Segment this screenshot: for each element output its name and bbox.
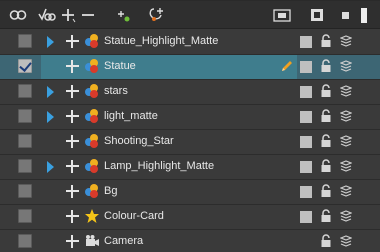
peg-plus-icon[interactable]: [66, 110, 79, 123]
layer-enable-checkbox[interactable]: [18, 84, 32, 98]
show-hide-all-icon[interactable]: [308, 6, 328, 24]
lock-icon[interactable]: [320, 159, 332, 173]
layer-row[interactable]: Lamp_Highlight_Matte: [0, 155, 380, 180]
add-peg-icon[interactable]: [112, 6, 132, 24]
timeline-bar-icon[interactable]: [356, 6, 376, 24]
layer-enable-checkbox[interactable]: [18, 134, 32, 148]
add-remove-layer-icon[interactable]: [62, 6, 102, 24]
layer-enable-checkbox[interactable]: [18, 109, 32, 123]
layer-row[interactable]: light_matte: [0, 105, 380, 130]
layer-enable-checkbox[interactable]: [18, 59, 32, 73]
peg-plus-icon[interactable]: [66, 210, 79, 223]
pencil-icon: [280, 59, 294, 73]
expand-arrow-icon[interactable]: [47, 86, 54, 98]
timeline-toolbar: [0, 1, 380, 29]
lock-icon[interactable]: [320, 109, 332, 123]
layer-name[interactable]: Statue_Highlight_Matte: [104, 35, 218, 47]
layer-enable-checkbox[interactable]: [18, 159, 32, 173]
layer-colour-swatch[interactable]: [300, 86, 312, 98]
layers-stack-icon[interactable]: [339, 34, 353, 48]
layer-row[interactable]: Statue: [0, 55, 380, 80]
expand-arrow-icon[interactable]: [47, 111, 54, 123]
layer-name[interactable]: light_matte: [104, 110, 158, 122]
onion-skin-icon[interactable]: [8, 6, 28, 24]
layer-row[interactable]: Bg: [0, 180, 380, 205]
layer-enable-checkbox[interactable]: [18, 234, 32, 248]
layers-stack-icon[interactable]: [339, 134, 353, 148]
layer-enable-checkbox[interactable]: [18, 34, 32, 48]
peg-plus-icon[interactable]: [66, 235, 79, 248]
peg-plus-icon[interactable]: [66, 60, 79, 73]
lock-icon[interactable]: [320, 134, 332, 148]
layer-colour-swatch[interactable]: [300, 161, 312, 173]
square-icon[interactable]: [336, 6, 356, 24]
layer-colour-swatch[interactable]: [300, 61, 312, 73]
lock-icon[interactable]: [320, 34, 332, 48]
layers-stack-icon[interactable]: [339, 209, 353, 223]
layer-colour-swatch[interactable]: [300, 36, 312, 48]
camera-icon: [84, 233, 100, 249]
drawing-layer-icon: [84, 158, 100, 174]
layer-enable-checkbox[interactable]: [18, 209, 32, 223]
drawing-layer-icon: [84, 133, 100, 149]
lock-icon[interactable]: [320, 184, 332, 198]
add-drawing-layer-icon[interactable]: [146, 6, 166, 24]
expand-arrow-icon[interactable]: [47, 161, 54, 173]
drawing-layer-icon: [84, 83, 100, 99]
layer-list: Statue_Highlight_Matte Statue stars light_m…: [0, 30, 380, 252]
drawing-layer-icon: [84, 183, 100, 199]
layer-name[interactable]: Colour-Card: [104, 210, 164, 222]
drawing-layer-icon: [84, 33, 100, 49]
lock-icon[interactable]: [320, 234, 332, 248]
layer-colour-swatch[interactable]: [300, 136, 312, 148]
peg-plus-icon[interactable]: [66, 35, 79, 48]
layer-enable-checkbox[interactable]: [18, 184, 32, 198]
layer-row[interactable]: Shooting_Star: [0, 130, 380, 155]
layer-name[interactable]: Bg: [104, 185, 117, 197]
layers-stack-icon[interactable]: [339, 59, 353, 73]
layer-row[interactable]: stars: [0, 80, 380, 105]
layer-name[interactable]: Statue: [104, 60, 136, 72]
colour-card-icon: [84, 208, 100, 224]
layer-row[interactable]: Camera: [0, 230, 380, 252]
selected-highlight: [41, 55, 297, 79]
layers-stack-icon[interactable]: [339, 234, 353, 248]
layer-colour-swatch[interactable]: [300, 111, 312, 123]
layer-name[interactable]: Camera: [104, 235, 143, 247]
drawing-layer-icon: [84, 108, 100, 124]
peg-plus-icon[interactable]: [66, 135, 79, 148]
drawing-layer-icon: [84, 58, 100, 74]
lock-icon[interactable]: [320, 84, 332, 98]
layer-row[interactable]: Colour-Card: [0, 205, 380, 230]
lock-icon[interactable]: [320, 59, 332, 73]
expand-arrow-icon[interactable]: [47, 36, 54, 48]
layer-name[interactable]: stars: [104, 85, 128, 97]
layers-stack-icon[interactable]: [339, 109, 353, 123]
lock-icon[interactable]: [320, 209, 332, 223]
onion-skin-animated-icon[interactable]: [36, 6, 56, 24]
layer-colour-swatch[interactable]: [300, 211, 312, 223]
peg-plus-icon[interactable]: [66, 185, 79, 198]
layers-stack-icon[interactable]: [339, 184, 353, 198]
peg-plus-icon[interactable]: [66, 85, 79, 98]
film-strip-icon[interactable]: [272, 6, 292, 24]
layers-stack-icon[interactable]: [339, 159, 353, 173]
layer-colour-swatch[interactable]: [300, 186, 312, 198]
layer-name[interactable]: Lamp_Highlight_Matte: [104, 160, 214, 172]
layers-stack-icon[interactable]: [339, 84, 353, 98]
peg-plus-icon[interactable]: [66, 160, 79, 173]
layer-row[interactable]: Statue_Highlight_Matte: [0, 30, 380, 55]
layer-name[interactable]: Shooting_Star: [104, 135, 174, 147]
timeline-layer-panel: Statue_Highlight_Matte Statue stars light_m…: [0, 0, 380, 252]
